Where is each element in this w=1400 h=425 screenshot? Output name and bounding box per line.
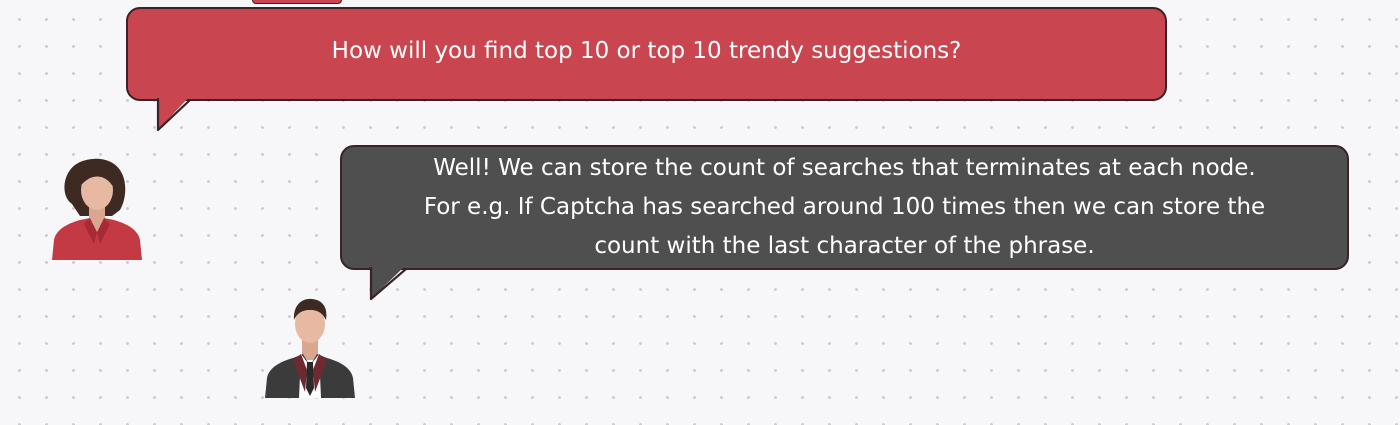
male-avatar-icon [265,298,355,398]
answer-line: Well! We can store the count of searches… [433,155,1256,181]
answer-bubble-tail [369,265,407,301]
previous-bubble-edge [252,0,342,4]
question-text: How will you find top 10 or top 10 trend… [331,38,962,64]
answer-text-block: Well! We can store the count of searches… [424,149,1265,266]
question-bubble-tail [156,96,191,132]
answer-speech-bubble: Well! We can store the count of searches… [340,145,1349,270]
question-speech-bubble: How will you find top 10 or top 10 trend… [126,7,1167,101]
answer-line: For e.g. If Captcha has searched around … [423,194,1266,220]
female-avatar-icon [52,158,142,260]
answer-line: count with the last character of the phr… [594,233,1095,259]
